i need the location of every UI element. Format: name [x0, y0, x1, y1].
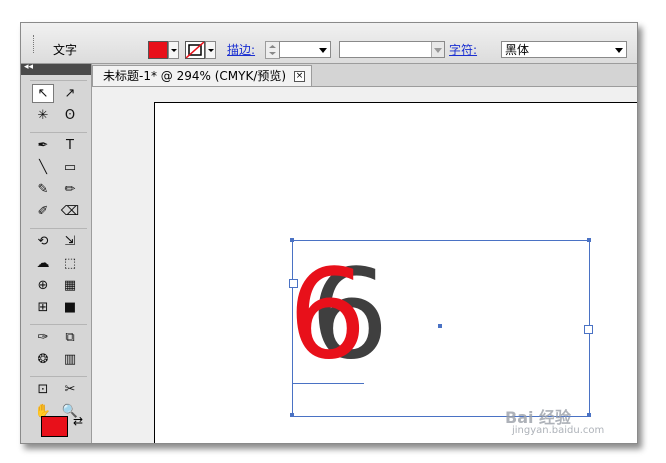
swap-fill-stroke-icon[interactable]: ⇄	[73, 414, 83, 428]
stroke-color-dropdown[interactable]	[205, 41, 216, 59]
fill-color-swatch[interactable]	[148, 41, 168, 59]
handle-bottom-right[interactable]	[587, 413, 591, 417]
document-tab-bar: 未标题-1* @ 294% (CMYK/预览) ×	[92, 64, 637, 87]
scale-tool-icon[interactable]: ⇲	[59, 232, 81, 251]
handle-bottom-left[interactable]	[290, 413, 294, 417]
tools-panel-header[interactable]: ◂◂	[21, 62, 91, 75]
free-transform-tool-icon[interactable]: ⬚	[59, 254, 81, 273]
app-window: 文字 描边: 字符: 黑体 ◂◂ ↖ ↗ ✳ ʘ ✒ T ╲ ▭ ✎ ✏ ✐ ⌫ ⟲ ⇲	[20, 22, 638, 444]
slice-tool-icon[interactable]: ✂	[59, 380, 81, 399]
symbol-sprayer-tool-icon[interactable]: ❂	[32, 350, 54, 369]
direct-selection-tool-icon[interactable]: ↗	[59, 84, 81, 103]
font-family-select[interactable]: 黑体	[501, 41, 627, 58]
chevron-down-icon	[434, 48, 442, 53]
tool-group: ✑ ⧉ ❂ ▥	[30, 324, 87, 373]
center-point	[438, 324, 442, 328]
glyph-six-red: 6	[288, 243, 367, 387]
stroke-weight-select[interactable]	[279, 41, 331, 58]
perspective-grid-tool-icon[interactable]: ▦	[59, 276, 81, 295]
tool-group: ✒ T ╲ ▭ ✎ ✏ ✐ ⌫	[30, 132, 87, 225]
tools-panel: ◂◂ ↖ ↗ ✳ ʘ ✒ T ╲ ▭ ✎ ✏ ✐ ⌫ ⟲ ⇲ ☁ ⬚ ⊕ ▦ ⊞ ■ ✑ ⧉ ❂ ▥ ⊡ ✂ ✋ 🔍 ⇄	[21, 62, 92, 443]
close-icon[interactable]: ×	[294, 71, 305, 82]
eraser-tool-icon[interactable]: ⌫	[59, 202, 81, 221]
font-family-value: 黑体	[505, 43, 530, 57]
gradient-tool-icon[interactable]: ■	[59, 298, 81, 317]
chevron-down-icon	[615, 48, 623, 53]
fill-swatch[interactable]	[41, 416, 68, 437]
document-tab[interactable]: 未标题-1* @ 294% (CMYK/预览) ×	[92, 65, 312, 86]
handle-top-left[interactable]	[290, 238, 294, 242]
warp-tool-icon[interactable]: ☁	[32, 254, 54, 273]
type-tool-icon[interactable]: T	[59, 136, 81, 155]
control-bar-grip[interactable]	[33, 35, 37, 53]
pen-tool-icon[interactable]: ✒	[32, 136, 54, 155]
control-bar: 文字 描边: 字符: 黑体	[21, 23, 637, 64]
collapse-icon[interactable]: ◂◂	[24, 62, 33, 72]
watermark-url: jingyan.baidu.com	[512, 425, 605, 436]
selection-tool-icon[interactable]: ↖	[32, 84, 54, 103]
spinner-arrows-icon	[269, 45, 276, 55]
stroke-color-swatch[interactable]	[185, 41, 205, 59]
tool-group: ↖ ↗ ✳ ʘ	[30, 80, 87, 129]
handle-right-middle[interactable]	[584, 325, 593, 334]
document-tab-title: 未标题-1* @ 294% (CMYK/预览)	[103, 69, 287, 83]
stroke-label[interactable]: 描边:	[227, 43, 255, 57]
eyedropper-tool-icon[interactable]: ✑	[32, 328, 54, 347]
stroke-weight-spinner[interactable]	[265, 41, 280, 59]
blend-tool-icon[interactable]: ⧉	[59, 328, 81, 347]
line-tool-icon[interactable]: ╲	[32, 158, 54, 177]
canvas-area[interactable]: 6 6	[92, 87, 637, 443]
chevron-down-icon	[319, 48, 327, 53]
fill-color-dropdown[interactable]	[168, 41, 179, 59]
tool-group: ⟲ ⇲ ☁ ⬚ ⊕ ▦ ⊞ ■	[30, 228, 87, 321]
paintbrush-tool-icon[interactable]: ✎	[32, 180, 54, 199]
pencil-tool-icon[interactable]: ✏	[59, 180, 81, 199]
rectangle-tool-icon[interactable]: ▭	[59, 158, 81, 177]
artboard-tool-icon[interactable]: ⊡	[32, 380, 54, 399]
handle-top-right[interactable]	[587, 238, 591, 242]
rotate-tool-icon[interactable]: ⟲	[32, 232, 54, 251]
style-select[interactable]	[339, 41, 445, 58]
character-label[interactable]: 字符:	[449, 43, 477, 57]
none-stroke-icon	[186, 42, 204, 58]
mesh-tool-icon[interactable]: ⊞	[32, 298, 54, 317]
shape-builder-tool-icon[interactable]: ⊕	[32, 276, 54, 295]
lasso-tool-icon[interactable]: ʘ	[59, 106, 81, 125]
blob-brush-tool-icon[interactable]: ✐	[32, 202, 54, 221]
magic-wand-tool-icon[interactable]: ✳	[32, 106, 54, 125]
column-graph-tool-icon[interactable]: ▥	[59, 350, 81, 369]
tool-name-label: 文字	[53, 43, 78, 57]
